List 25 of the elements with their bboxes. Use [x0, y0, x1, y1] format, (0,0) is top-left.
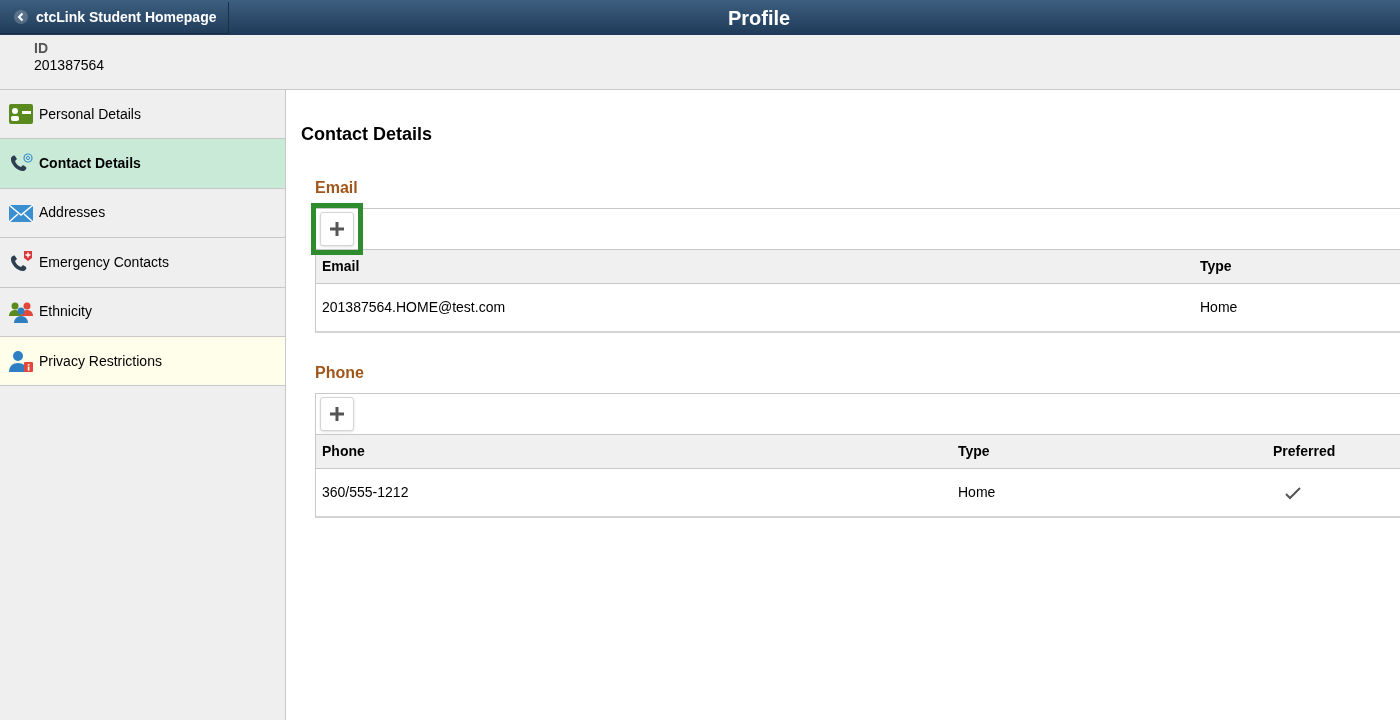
- sidebar-item[interactable]: Privacy Restrictions: [0, 336, 285, 387]
- add-button[interactable]: [320, 212, 354, 246]
- id-value: 201387564: [34, 57, 105, 74]
- table-cell: 360/555-1212: [322, 484, 409, 500]
- plus-icon: [329, 406, 345, 422]
- table-cell: Home: [958, 484, 996, 500]
- back-icon: [14, 10, 28, 24]
- page-title: Profile: [727, 5, 791, 31]
- section-title: Phone: [315, 363, 365, 383]
- column-header: Phone: [322, 443, 365, 459]
- back-button[interactable]: ctcLink Student Homepage: [0, 1, 229, 34]
- column-header: Email: [322, 258, 360, 274]
- person-info-icon: [8, 349, 34, 374]
- table-cell: 201387564.HOME@test.com: [322, 299, 506, 315]
- add-button[interactable]: [320, 397, 354, 431]
- column-header: Preferred: [1273, 443, 1336, 459]
- id-label: ID: [34, 40, 48, 57]
- id-card-icon: [8, 102, 34, 127]
- plus-icon: [329, 221, 345, 237]
- section-title: Email: [315, 178, 359, 198]
- sidebar-item[interactable]: Contact Details: [0, 139, 285, 189]
- column-header: Type: [958, 443, 990, 459]
- table-cell: Home: [1200, 299, 1238, 315]
- content-heading: Contact Details: [301, 123, 433, 146]
- column-header: Type: [1200, 258, 1232, 274]
